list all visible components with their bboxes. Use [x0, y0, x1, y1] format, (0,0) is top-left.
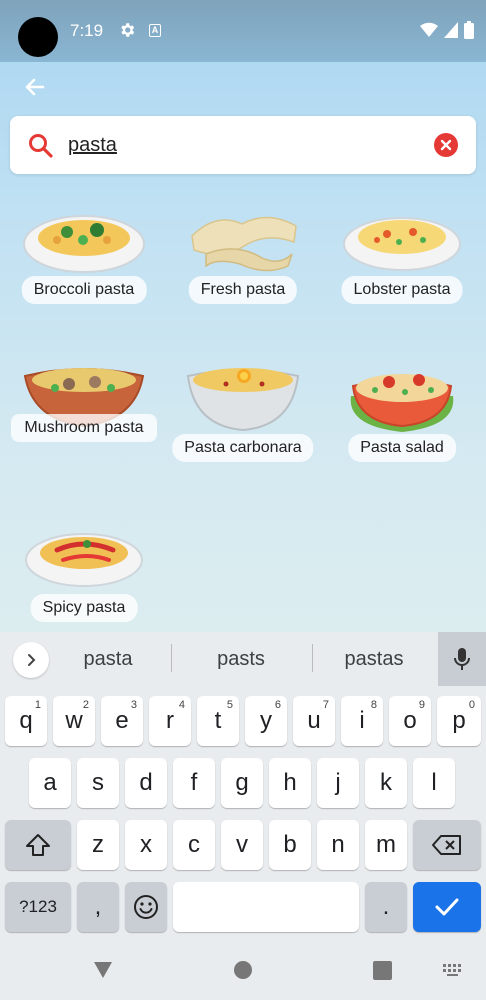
backspace-key[interactable]: [413, 820, 481, 870]
microphone-icon: [454, 648, 470, 670]
pasta-salad-image: [350, 374, 454, 432]
lobster-pasta-image: [343, 217, 461, 271]
camera-cutout: [18, 17, 58, 57]
dish-label: Spicy pasta: [30, 594, 138, 622]
keyboard-menu-button[interactable]: [13, 642, 49, 678]
wifi-icon: [420, 22, 438, 37]
emoji-icon: [134, 895, 158, 919]
period-key[interactable]: .: [365, 882, 407, 932]
status-bar: 7:19 A: [0, 0, 486, 62]
settings-gear-icon: [121, 23, 135, 37]
key-j[interactable]: j: [317, 758, 359, 808]
key-p[interactable]: p0: [437, 696, 481, 746]
key-f[interactable]: f: [173, 758, 215, 808]
comma-key[interactable]: ,: [77, 882, 119, 932]
suggestion-2[interactable]: pasts: [193, 648, 289, 671]
back-button[interactable]: [18, 72, 52, 102]
key-b[interactable]: b: [269, 820, 311, 870]
key-w[interactable]: w2: [53, 696, 95, 746]
dish-label: Pasta carbonara: [172, 434, 314, 462]
suggestion-1[interactable]: pasta: [60, 648, 156, 671]
key-a[interactable]: a: [29, 758, 71, 808]
voice-input-button[interactable]: [438, 632, 486, 686]
battery-icon: [464, 21, 474, 39]
key-u[interactable]: u7: [293, 696, 335, 746]
enter-key[interactable]: [413, 882, 481, 932]
space-key[interactable]: [173, 882, 359, 932]
dish-label: Pasta salad: [348, 434, 456, 462]
search-input[interactable]: [68, 128, 418, 162]
key-r[interactable]: r4: [149, 696, 191, 746]
key-d[interactable]: d: [125, 758, 167, 808]
key-c[interactable]: c: [173, 820, 215, 870]
suggestion-3[interactable]: pastas: [326, 648, 422, 671]
dish-pasta-salad[interactable]: Pasta salad: [325, 360, 479, 510]
symbols-key[interactable]: ?123: [5, 882, 71, 932]
dish-pasta-carbonara[interactable]: Pasta carbonara: [166, 360, 320, 510]
key-g[interactable]: g: [221, 758, 263, 808]
chevron-right-icon: [28, 654, 36, 666]
dish-label: Mushroom pasta: [11, 414, 157, 442]
key-v[interactable]: v: [221, 820, 263, 870]
shift-key[interactable]: [5, 820, 71, 870]
dish-lobster-pasta[interactable]: Lobster pasta: [325, 202, 479, 352]
divider: [312, 644, 313, 672]
keyboard-notification-icon: A: [149, 24, 161, 37]
keyboard: pasta pasts pastas q1 w2 e3 r4 t5 y6 u7 …: [0, 632, 486, 942]
fresh-pasta-image: [191, 216, 297, 272]
navigation-bar: [0, 942, 486, 1000]
key-m[interactable]: m: [365, 820, 407, 870]
divider: [171, 644, 172, 672]
status-time: 7:19: [70, 21, 104, 40]
recents-square-icon[interactable]: [373, 961, 392, 980]
shift-icon: [26, 834, 50, 856]
key-k[interactable]: k: [365, 758, 407, 808]
key-t[interactable]: t5: [197, 696, 239, 746]
key-l[interactable]: l: [413, 758, 455, 808]
dish-fresh-pasta[interactable]: Fresh pasta: [166, 202, 320, 352]
key-y[interactable]: y6: [245, 696, 287, 746]
suggestion-strip: pasta pasts pastas: [0, 632, 486, 686]
key-x[interactable]: x: [125, 820, 167, 870]
backspace-icon: [432, 835, 461, 855]
pasta-carbonara-image: [186, 368, 300, 432]
home-circle-icon[interactable]: [233, 960, 253, 980]
search-icon: [29, 134, 53, 158]
close-icon: [440, 139, 452, 151]
clear-search-button[interactable]: [434, 133, 458, 157]
key-h[interactable]: h: [269, 758, 311, 808]
dish-label: Broccoli pasta: [21, 276, 147, 304]
key-z[interactable]: z: [77, 820, 119, 870]
broccoli-pasta-image: [23, 215, 145, 273]
keyboard-switch-icon[interactable]: [443, 964, 463, 978]
search-bar[interactable]: [10, 116, 476, 174]
dish-label: Lobster pasta: [341, 276, 463, 304]
key-n[interactable]: n: [317, 820, 359, 870]
key-s[interactable]: s: [77, 758, 119, 808]
spicy-pasta-image: [25, 533, 143, 587]
back-triangle-icon[interactable]: [92, 960, 114, 980]
key-e[interactable]: e3: [101, 696, 143, 746]
arrow-back-icon: [25, 78, 45, 96]
emoji-key[interactable]: [125, 882, 167, 932]
dish-mushroom-pasta[interactable]: Mushroom pasta: [7, 360, 161, 510]
dish-broccoli-pasta[interactable]: Broccoli pasta: [7, 202, 161, 352]
key-i[interactable]: i8: [341, 696, 383, 746]
key-q[interactable]: q1: [5, 696, 47, 746]
signal-icon: [444, 22, 458, 38]
key-o[interactable]: o9: [389, 696, 431, 746]
checkmark-icon: [435, 898, 459, 916]
dish-label: Fresh pasta: [188, 276, 298, 304]
